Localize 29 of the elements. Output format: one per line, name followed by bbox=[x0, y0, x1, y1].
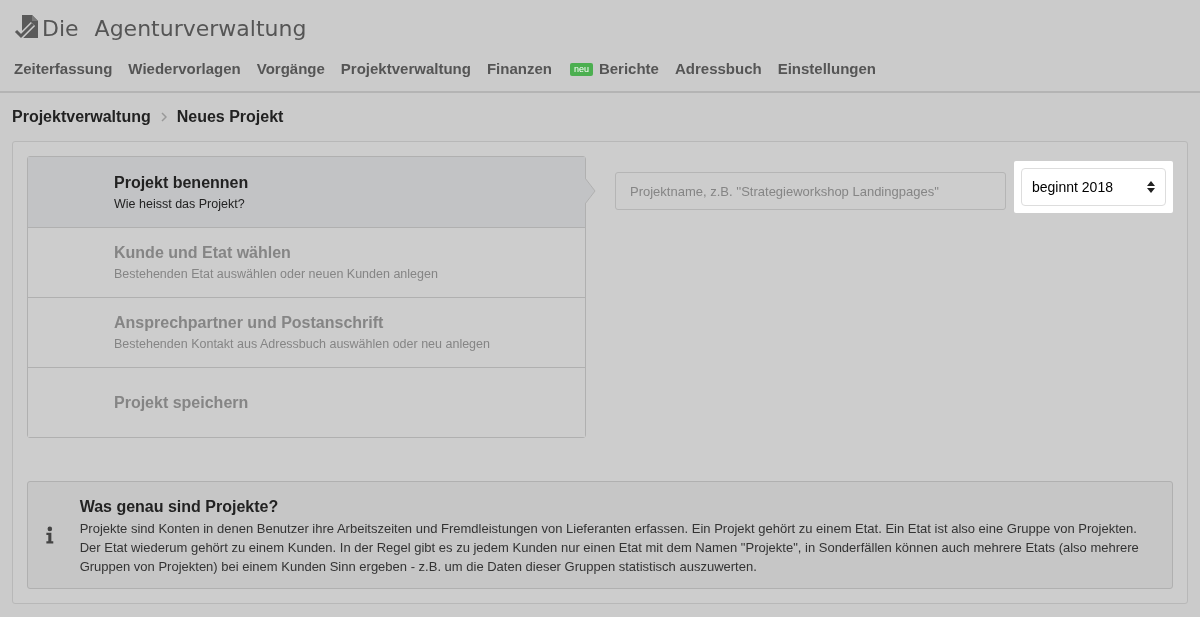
step-subtitle: Wie heisst das Projekt? bbox=[114, 195, 246, 213]
nav-link[interactable]: Wiedervorlagen bbox=[128, 58, 241, 81]
app-title: Agenturverwaltung bbox=[94, 18, 307, 40]
nav-link[interactable]: Finanzen bbox=[486, 58, 552, 81]
nav-link[interactable]: Projektverwaltung bbox=[340, 58, 471, 81]
nav-link[interactable]: Einstellungen bbox=[777, 58, 876, 81]
info-title: Was genau sind Projekte? bbox=[79, 496, 280, 517]
new-badge: neu bbox=[569, 62, 593, 76]
breadcrumb-link[interactable]: Neues Projekt bbox=[176, 105, 284, 129]
nav-link[interactable]: Vorgänge bbox=[256, 58, 325, 81]
step-title: Kunde und Etat wählen bbox=[114, 243, 292, 264]
breadcrumb-link[interactable]: Projektverwaltung bbox=[12, 105, 151, 129]
document-check-icon bbox=[14, 14, 40, 40]
sort-arrows-icon bbox=[1147, 181, 1155, 193]
nav-link[interactable]: Berichte bbox=[598, 58, 659, 81]
info-text: Projekte sind Konten in denen Benutzer ihre Arbeitszeiten und Fremdleistungen von Lieferanten erfassen. Ein Projekt gehört zu einem Etat. Ein Etat ist also eine Gruppe von Projekten. Der Etat wiederum gehört zu einem Kunden. In der Regel gibt es zu jedem Kunden nur einen Etat mit dem Namen "Projekte", in Sonderfällen können auch mehrere Etats (also mehrere Gruppen von Projekten) bei einem Kunden Sinn ergeben - z.B. um die Daten dieser Gruppen statistisch auszuwerten. bbox=[79, 519, 1140, 576]
step-subtitle: Bestehenden Etat auswählen oder neuen Kunden anlegen bbox=[114, 266, 439, 284]
nav-link[interactable]: Zeiterfassung bbox=[14, 58, 113, 81]
wizard-step[interactable]: Projekt speichern bbox=[28, 367, 585, 437]
step-subtitle: Bestehenden Kontakt aus Adressbuch auswählen oder neu anlegen bbox=[114, 336, 491, 354]
app-title: Die bbox=[42, 18, 79, 40]
project-name-field[interactable]: Projektname, z.B. ''Strategieworkshop Landingpages'' bbox=[615, 172, 1006, 210]
step-title: Projekt benennen bbox=[114, 172, 250, 193]
nav-link[interactable]: Adressbuch bbox=[674, 58, 762, 81]
wizard-step[interactable]: Projekt benennen Wie heisst das Projekt? bbox=[28, 157, 585, 227]
chevron-icon bbox=[160, 112, 167, 122]
step-title: Ansprechpartner und Postanschrift bbox=[114, 313, 385, 334]
year-select[interactable]: beginnt 2018 bbox=[1021, 168, 1166, 206]
step-title: Projekt speichern bbox=[114, 392, 250, 413]
